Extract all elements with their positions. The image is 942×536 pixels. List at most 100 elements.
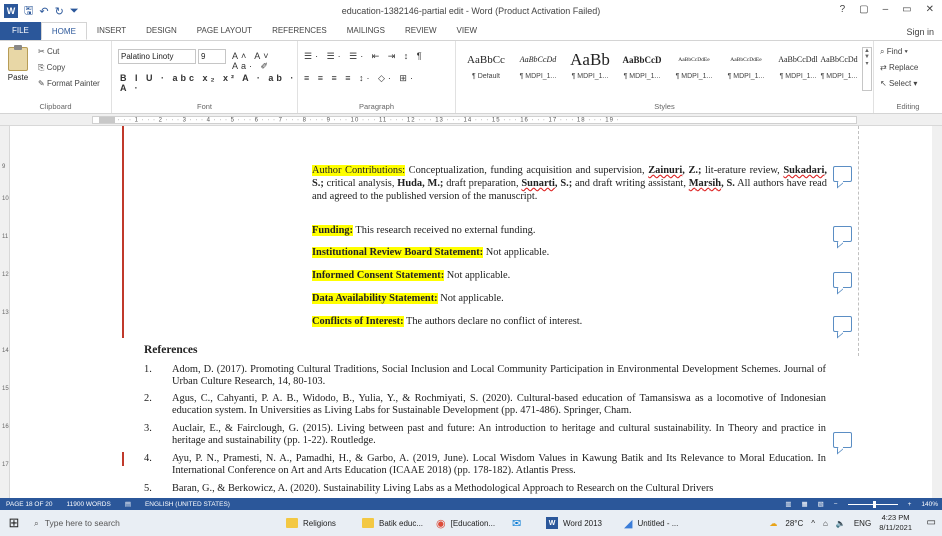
style-mdpi-7[interactable]: AaBbCcDd ¶ MDPI_1... [816,47,862,91]
font-size-grow-shrink[interactable]: A˄ A˅ Aa· ✐ [232,51,297,72]
style-mdpi-5[interactable]: AaBbCcDdEe ¶ MDPI_1... [720,47,772,91]
reference-item: 3. Auclair, E., & Fairclough, G. (2015). … [144,423,826,447]
page-count[interactable]: PAGE 18 OF 20 [6,501,52,508]
style-preview: AaBbCcD [622,55,662,65]
windows-start-icon[interactable]: ⊞ [0,510,28,536]
customize-qat-icon[interactable]: ⏷ [70,5,79,18]
taskbar-app-untitled[interactable]: ◢ Untitled - ... [624,510,678,536]
style-mdpi-1[interactable]: AaBbCcDd ¶ MDPI_1... [512,47,564,91]
styles-scroll-control[interactable]: ▲ ▼ ▾ [862,47,872,91]
title-bar: W 🖫 ↶ ↻ ⏷ education-1382146-partial edit… [0,0,942,22]
cut-button[interactable]: ✂ Cut [38,47,59,56]
search-placeholder: Type here to search [44,518,120,528]
select-button[interactable]: ↖ Select ▾ [880,79,917,88]
tray-lang[interactable]: ENG [854,519,871,528]
style-default[interactable]: AaBbCc ¶ Default [460,47,512,91]
close-button[interactable]: ✕ [926,4,934,15]
tray-chevron-icon[interactable]: ^ [811,519,815,528]
tab-file[interactable]: FILE [0,22,41,40]
help-button[interactable]: ? [840,4,846,15]
print-layout-icon[interactable]: ▦ [801,500,807,508]
comment-balloon-icon[interactable] [833,316,852,332]
comment-balloon-icon[interactable] [833,272,852,288]
copy-button[interactable]: ⎘ Copy [38,63,65,73]
author-contributions-paragraph: Author Contributions: Conceptualization,… [312,165,827,202]
taskbar-app-batik[interactable]: Batik educ... [362,510,423,536]
taskbar-search[interactable]: ⌕ Type here to search [28,510,268,536]
zoom-in-button[interactable]: + [908,501,912,508]
funding-text: This research received no external fundi… [353,225,536,236]
tab-view[interactable]: VIEW [447,22,487,40]
comment-balloon-icon[interactable] [833,226,852,242]
zoom-level[interactable]: 140% [921,501,938,508]
replace-button[interactable]: ⇄ Replace [880,63,918,72]
window-title: education-1382146-partial edit - Word (P… [341,6,601,16]
consent-label: Informed Consent Statement: [312,270,445,281]
save-icon[interactable]: 🖫 [24,2,33,21]
reference-item: 5. Baran, G., & Berkowicz, A. (2020). Sus… [144,483,826,497]
font-size-box[interactable]: 9 [198,49,226,64]
word-count[interactable]: 11900 WORDS [66,501,110,508]
comment-balloon-icon[interactable] [833,166,852,182]
format-painter-button[interactable]: ✎ Format Painter [38,79,100,88]
read-mode-icon[interactable]: ▥ [785,500,791,508]
network-icon[interactable]: ⌂ [823,519,828,528]
tab-page-layout[interactable]: PAGE LAYOUT [187,22,262,40]
zoom-out-button[interactable]: − [834,501,838,508]
style-mdpi-2[interactable]: AaBb ¶ MDPI_1... [564,47,616,91]
style-name: ¶ MDPI_1... [675,73,713,80]
volume-icon[interactable]: 🔈 [836,519,846,528]
tab-references[interactable]: REFERENCES [262,22,337,40]
horizontal-ruler[interactable]: · · · 1 · · · 2 · · · 3 · · · 4 · · · 5 … [0,114,942,126]
style-preview: AaBb [570,50,610,69]
tab-review[interactable]: REVIEW [395,22,447,40]
weather-temp[interactable]: 28°C [785,519,803,528]
taskbar-app-mail[interactable]: ✉ [512,510,526,536]
author-name: Zainuri [648,165,683,176]
reference-number: 3. [144,423,152,434]
minimize-button[interactable]: – [883,4,889,15]
app-label: Religions [303,518,336,528]
reference-text: Agus, C., Cahyanti, P. A. B., Widodo, B.… [172,393,826,416]
find-button[interactable]: ⌕ Find ▾ [880,47,908,57]
tab-mailings[interactable]: MAILINGS [337,22,395,40]
notification-icon[interactable]: ▭ [927,517,936,528]
taskbar-app-chrome[interactable]: ◉ [Education... [436,510,495,536]
style-name: ¶ MDPI_1... [571,73,609,80]
paste-button[interactable]: Paste [4,45,32,82]
vertical-scrollbar[interactable] [932,126,942,498]
language-indicator[interactable]: ENGLISH (UNITED STATES) [145,501,230,508]
tab-home[interactable]: HOME [40,22,87,40]
tab-insert[interactable]: INSERT [87,22,136,40]
list-indent-row[interactable]: ☰· ☰· ☰· ⇤ ⇥ ↕ ¶ [304,51,425,62]
comment-balloon-icon[interactable] [833,432,852,448]
undo-icon[interactable]: ↶ [39,5,48,18]
taskbar-app-religions[interactable]: Religions [286,510,336,536]
font-format-row[interactable]: B I U · abc x₂ x² A · ab · A · [120,73,297,93]
irb-paragraph: Institutional Review Board Statement: No… [312,246,827,259]
document-area[interactable]: Author Contributions: Conceptualization,… [10,126,942,498]
ribbon-display-button[interactable]: ▢ [859,4,868,15]
font-name-box[interactable]: Palatino Linoty [118,49,196,64]
style-preview: AaBbCc [467,54,505,66]
clock[interactable]: 4:23 PM 8/11/2021 [879,513,912,533]
style-name: ¶ MDPI_1... [623,73,661,80]
maximize-button[interactable]: ▭ [902,4,911,15]
alignment-row[interactable]: ≡ ≡ ≡ ≡ ↕· ◇· ⊞· [304,73,416,84]
font-group: Palatino Linoty 9 A˄ A˅ Aa· ✐ B I U · ab… [112,41,298,113]
style-name: ¶ MDPI_1... [727,73,765,80]
redo-icon[interactable]: ↻ [55,5,64,18]
clipboard-group: Paste ✂ Cut ⎘ Copy ✎ Format Painter Clip… [0,41,112,113]
style-mdpi-4[interactable]: AaBbCcDdEe ¶ MDPI_1... [668,47,720,91]
text-run: lit-erature review, [705,165,784,176]
tab-design[interactable]: DESIGN [136,22,187,40]
weather-icon[interactable]: ☁ [769,519,777,528]
style-mdpi-3[interactable]: AaBbCcD ¶ MDPI_1... [616,47,668,91]
zoom-slider[interactable] [847,500,898,508]
web-layout-icon[interactable]: ▧ [818,500,824,508]
proofing-icon[interactable]: ▤ [125,500,131,508]
taskbar-app-word[interactable]: W Word 2013 [546,510,602,536]
conflicts-paragraph: Conflicts of Interest: The authors decla… [312,315,827,328]
copy-label: Copy [46,63,66,72]
sign-in-link[interactable]: Sign in [906,27,934,37]
